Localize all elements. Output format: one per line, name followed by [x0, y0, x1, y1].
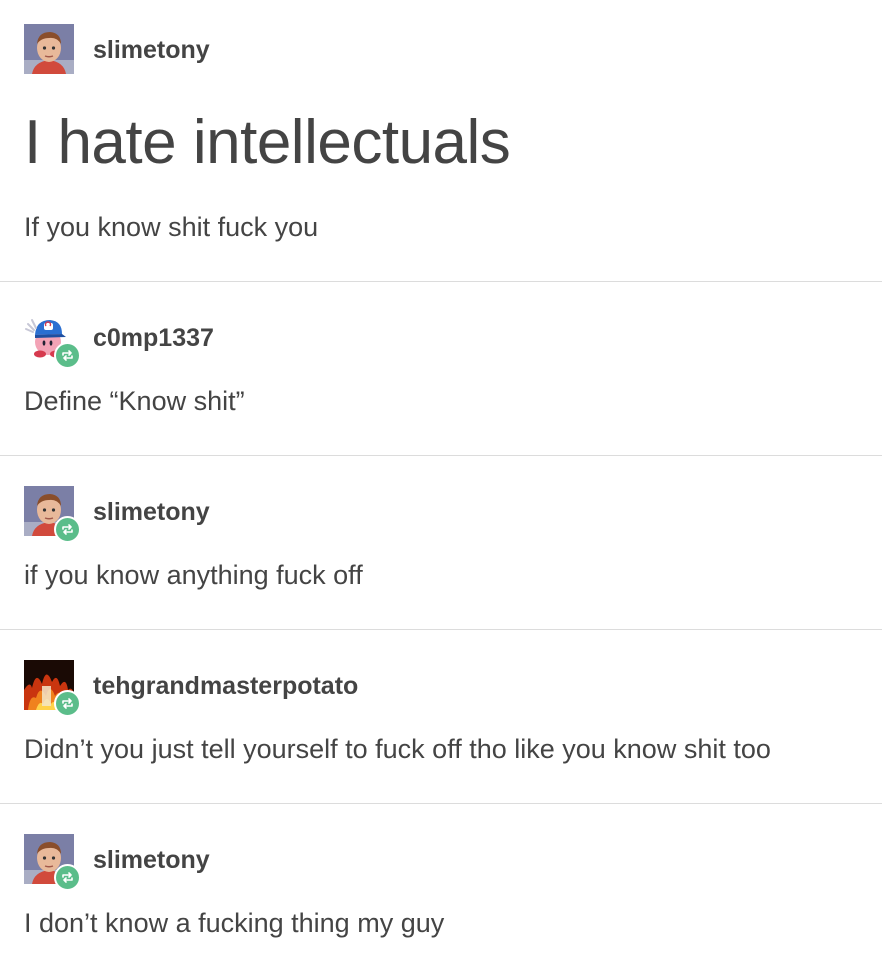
post-body: If you know shit fuck you: [24, 212, 319, 242]
post-header: c0mp1337: [24, 312, 824, 369]
reblog-icon: [54, 690, 81, 717]
divider: [0, 629, 882, 630]
post-header: slimetony: [24, 24, 824, 74]
post-header: slimetony: [24, 486, 824, 543]
divider: [0, 803, 882, 804]
reblog-icon: [54, 516, 81, 543]
reblog-thread: slimetony I hate intellectuals If you kn…: [0, 0, 882, 976]
divider: [0, 281, 882, 282]
reblog-icon: [54, 864, 81, 891]
username[interactable]: slimetony: [93, 36, 210, 65]
username[interactable]: slimetony: [93, 498, 210, 527]
post-header: tehgrandmasterpotato: [24, 660, 824, 717]
reblog-icon: [54, 342, 81, 369]
post-title: I hate intellectuals: [24, 108, 511, 177]
post-body: Define “Know shit”: [24, 386, 245, 416]
post-body: I don’t know a fucking thing my guy: [24, 908, 445, 938]
divider: [0, 455, 882, 456]
post-header: slimetony: [24, 834, 824, 891]
child-portrait-avatar[interactable]: [24, 24, 74, 74]
post-body: Didn’t you just tell yourself to fuck of…: [24, 734, 771, 764]
post-body: if you know anything fuck off: [24, 560, 363, 590]
username[interactable]: c0mp1337: [93, 324, 214, 353]
username[interactable]: slimetony: [93, 846, 210, 875]
username[interactable]: tehgrandmasterpotato: [93, 672, 358, 701]
